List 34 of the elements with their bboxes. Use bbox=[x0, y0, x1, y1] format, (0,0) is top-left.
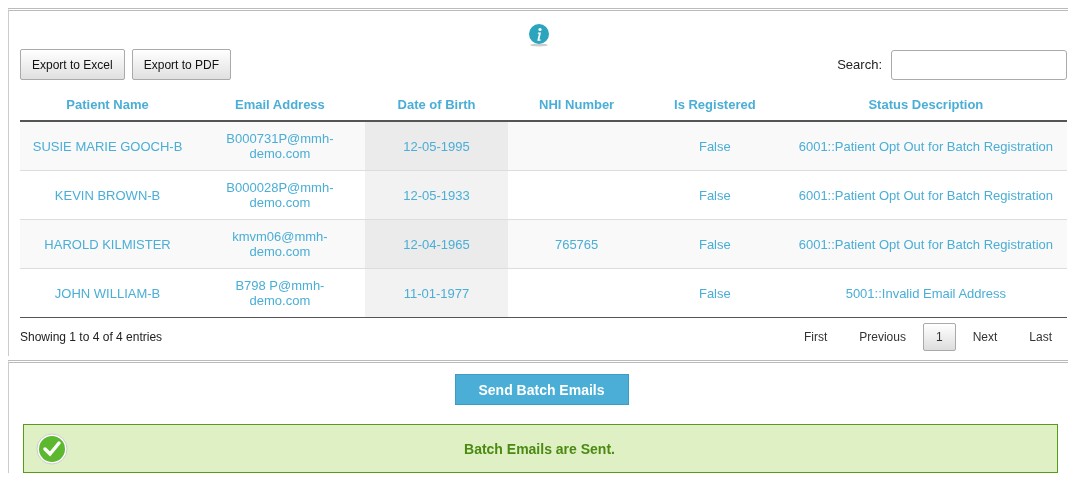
table-cell: 12-04-1965 bbox=[364, 219, 509, 269]
table-cell: 6001::Patient Opt Out for Batch Registration bbox=[784, 219, 1067, 269]
pagination-button[interactable]: Next bbox=[957, 323, 1013, 351]
table-cell: kmvm06@mmh-demo.com bbox=[195, 219, 365, 269]
table-cell: 6001::Patient Opt Out for Batch Registration bbox=[784, 170, 1067, 220]
table-cell: B000028P@mmh-demo.com bbox=[195, 170, 365, 220]
pagination-button[interactable]: 1 bbox=[922, 323, 956, 351]
search-field[interactable] bbox=[891, 49, 1067, 80]
pagination-button[interactable]: Last bbox=[1014, 323, 1067, 351]
export-button[interactable]: Export to PDF bbox=[131, 49, 232, 80]
table-cell: 6001::Patient Opt Out for Batch Registration bbox=[784, 121, 1067, 171]
info-icon bbox=[527, 23, 550, 47]
export-button[interactable]: Export to Excel bbox=[20, 49, 125, 80]
table-cell: False bbox=[644, 219, 785, 269]
table-cell: 11-01-1977 bbox=[364, 268, 509, 318]
pagination-button[interactable]: Previous bbox=[844, 323, 921, 351]
table-cell: 12-05-1995 bbox=[364, 121, 509, 171]
table-cell: KEVIN BROWN-B bbox=[20, 170, 196, 220]
table-cell: HAROLD KILMISTER bbox=[20, 219, 196, 269]
table-cell: SUSIE MARIE GOOCH-B bbox=[20, 121, 196, 171]
check-icon bbox=[36, 432, 68, 465]
table-cell: False bbox=[644, 121, 785, 171]
table-cell: 5001::Invalid Email Address bbox=[784, 268, 1067, 318]
table-cell: False bbox=[644, 170, 785, 220]
table-cell: 12-05-1933 bbox=[364, 170, 509, 220]
entries-info: Showing 1 to 4 of 4 entries bbox=[20, 330, 163, 344]
table-cell: B000731P@mmh-demo.com bbox=[195, 121, 365, 171]
pagination-button[interactable]: First bbox=[788, 323, 843, 351]
table-cell: 765765 bbox=[508, 219, 645, 269]
table-cell: False bbox=[644, 268, 785, 318]
table-cell: JOHN WILLIAM-B bbox=[20, 268, 196, 318]
search-label: Search: bbox=[837, 57, 882, 72]
table-cell: B798 P@mmh-demo.com bbox=[195, 268, 365, 318]
alert-message: Batch Emails are Sent. bbox=[463, 440, 616, 457]
